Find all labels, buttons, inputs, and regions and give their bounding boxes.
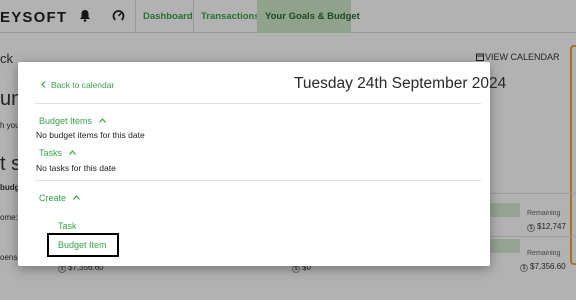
create-budget-item-option[interactable]: Budget Item [58,240,107,250]
chevron-left-icon [41,80,46,90]
create-toggle[interactable]: Create [39,192,80,203]
create-label: Create [39,193,67,203]
section-divider [35,180,481,181]
day-detail-modal: Back to calendar Tuesday 24th September … [18,62,507,266]
tasks-toggle[interactable]: Tasks [39,147,76,158]
tasks-label: Tasks [39,148,63,158]
section-divider [35,103,481,104]
back-to-calendar-link[interactable]: Back to calendar [41,80,114,90]
selected-date-title: Tuesday 24th September 2024 [294,75,507,92]
chevron-up-icon [72,192,80,202]
tasks-empty-text: No tasks for this date [36,163,116,173]
chevron-up-icon [68,147,76,157]
create-task-option[interactable]: Task [58,221,77,231]
budget-items-label: Budget Items [39,116,93,126]
back-to-calendar-label: Back to calendar [51,80,115,90]
budget-items-toggle[interactable]: Budget Items [39,115,106,126]
chevron-up-icon [98,115,106,125]
budget-items-empty-text: No budget items for this date [36,130,145,140]
app-page: EYSOFT Dashboard Transactions Your Goals… [0,0,576,300]
